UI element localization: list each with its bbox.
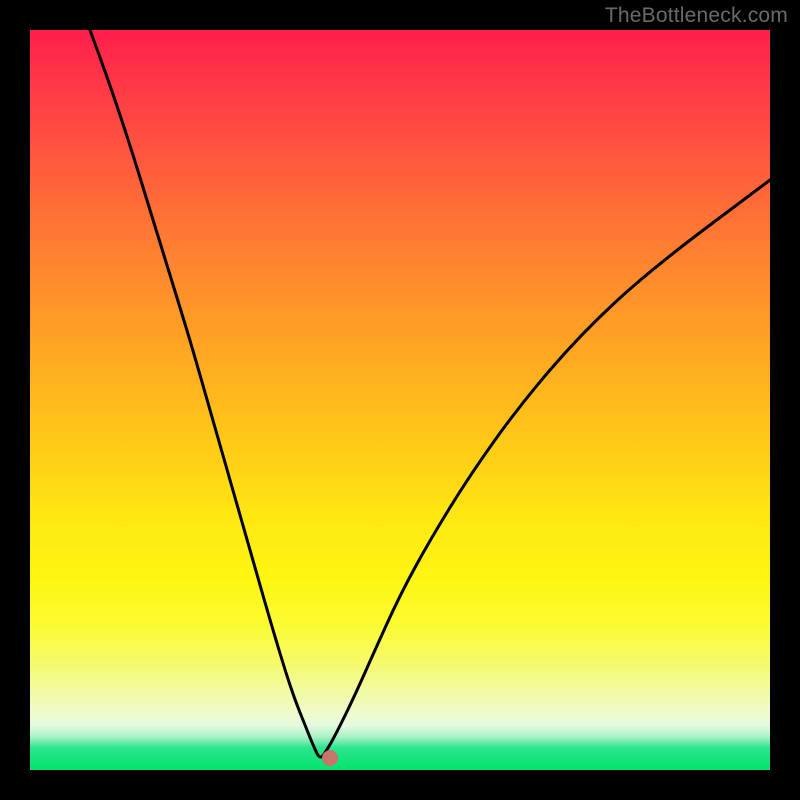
bottleneck-curve [90,30,770,757]
minimum-marker [322,750,338,766]
chart-frame: TheBottleneck.com [0,0,800,800]
watermark-text: TheBottleneck.com [605,4,788,28]
curve-layer [30,30,770,770]
plot-area [30,30,770,770]
